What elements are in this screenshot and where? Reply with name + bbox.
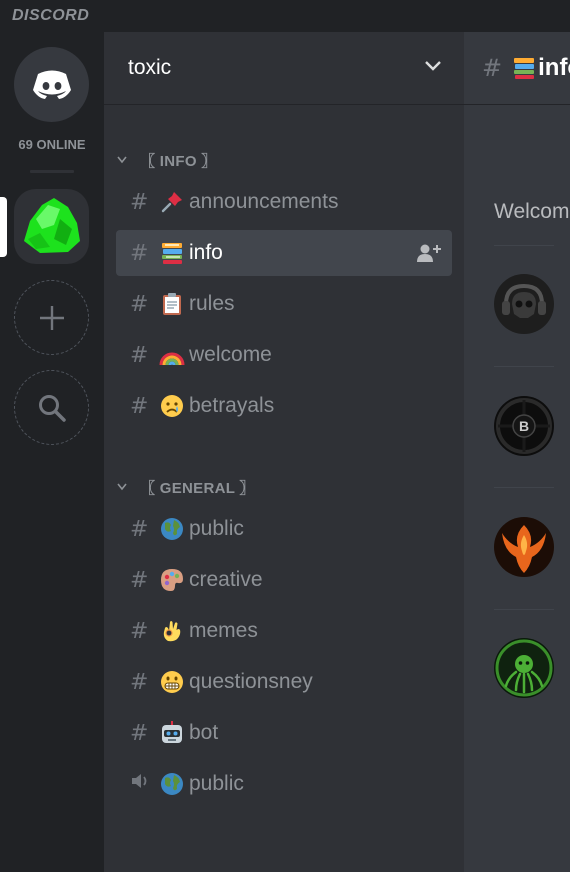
chevron-down-icon bbox=[117, 483, 127, 491]
books-icon bbox=[158, 241, 186, 265]
hashtag-icon: # bbox=[130, 669, 149, 695]
channel-info[interactable]: # info bbox=[116, 230, 452, 276]
channel-creative[interactable]: # creative bbox=[116, 557, 452, 603]
hashtag-icon: # bbox=[130, 393, 149, 419]
category-general[interactable]: 〖 GENERAL 〗 bbox=[112, 476, 255, 498]
hashtag-icon: # bbox=[130, 567, 149, 593]
robot-icon bbox=[158, 721, 186, 745]
discord-wordmark: DISCORD bbox=[12, 7, 90, 24]
channel-label: betrayals bbox=[189, 394, 275, 417]
speaker-icon bbox=[130, 771, 158, 797]
chat-pane: # info Welcom B bbox=[464, 32, 570, 872]
channel-betrayals[interactable]: # betrayals bbox=[116, 383, 452, 429]
channel-public[interactable]: # public bbox=[116, 506, 452, 552]
hashtag-icon: # bbox=[482, 54, 503, 82]
palette-icon bbox=[158, 568, 186, 592]
rainbow-icon bbox=[158, 343, 186, 367]
selected-server-indicator bbox=[0, 197, 7, 257]
server-list: 69 ONLINE bbox=[0, 32, 104, 872]
guild-separator bbox=[30, 170, 74, 173]
online-count: 69 ONLINE bbox=[18, 137, 86, 152]
message-divider bbox=[494, 487, 554, 488]
chevron-down-icon bbox=[117, 156, 127, 164]
channel-label: bot bbox=[189, 721, 219, 744]
channel-label: memes bbox=[189, 619, 258, 642]
channel-label: info bbox=[189, 241, 223, 264]
discord-logo-icon bbox=[32, 70, 71, 99]
hydra-emblem-avatar-icon bbox=[494, 638, 554, 698]
avatar[interactable] bbox=[494, 274, 554, 334]
server-name: toxic bbox=[128, 56, 172, 79]
channel-label: announcements bbox=[189, 190, 339, 213]
explore-servers-button[interactable] bbox=[14, 370, 89, 445]
category-label: 〖 GENERAL 〗 bbox=[140, 479, 255, 497]
hashtag-icon: # bbox=[130, 720, 149, 746]
chat-header: # info bbox=[464, 32, 570, 105]
letter-b-avatar-icon: B bbox=[494, 396, 554, 456]
message-divider bbox=[494, 245, 554, 246]
globe-icon bbox=[158, 517, 186, 541]
add-server-button[interactable] bbox=[14, 280, 89, 355]
category-label: 〖 INFO 〗 bbox=[140, 152, 217, 170]
message-divider bbox=[494, 366, 554, 367]
channel-label: welcome bbox=[189, 343, 272, 366]
channel-rules[interactable]: # rules bbox=[116, 281, 452, 327]
message-divider bbox=[494, 609, 554, 610]
hashtag-icon: # bbox=[130, 342, 149, 368]
hashtag-icon: # bbox=[130, 240, 149, 266]
search-icon bbox=[38, 394, 66, 422]
clipboard-icon bbox=[158, 292, 186, 316]
server-icon-toxic[interactable] bbox=[14, 189, 89, 264]
hashtag-icon: # bbox=[130, 516, 149, 542]
chevron-down-icon[interactable] bbox=[424, 60, 442, 72]
channel-questionsney[interactable]: # questionsney bbox=[116, 659, 452, 705]
skull-headphones-avatar-icon bbox=[494, 274, 554, 334]
green-crystal-icon bbox=[24, 198, 80, 253]
avatar[interactable] bbox=[494, 517, 554, 577]
svg-text:B: B bbox=[519, 418, 529, 434]
ok-hand-icon bbox=[158, 619, 186, 643]
channel-label: public bbox=[189, 772, 244, 795]
phoenix-avatar-icon bbox=[494, 517, 554, 577]
channel-welcome[interactable]: # welcome bbox=[116, 332, 452, 378]
books-icon bbox=[512, 56, 536, 80]
voice-channel-public[interactable]: public bbox=[116, 761, 452, 807]
title-bar: DISCORD bbox=[0, 0, 570, 32]
avatar[interactable] bbox=[494, 638, 554, 698]
globe-icon bbox=[158, 772, 186, 796]
avatar[interactable]: B bbox=[494, 396, 554, 456]
welcome-message: Welcom bbox=[494, 200, 570, 223]
channel-sidebar: toxic 〖 INFO 〗 # announcements # info # … bbox=[104, 32, 464, 872]
chat-channel-title: info bbox=[538, 54, 570, 81]
channel-label: rules bbox=[189, 292, 235, 315]
server-header[interactable]: toxic bbox=[104, 32, 464, 105]
channel-label: questionsney bbox=[189, 670, 313, 693]
hashtag-icon: # bbox=[130, 189, 149, 215]
hashtag-icon: # bbox=[130, 291, 149, 317]
pushpin-icon bbox=[158, 190, 186, 214]
plus-icon bbox=[39, 305, 64, 330]
channel-memes[interactable]: # memes bbox=[116, 608, 452, 654]
channel-bot[interactable]: # bot bbox=[116, 710, 452, 756]
grimacing-face-icon bbox=[158, 670, 186, 694]
home-button[interactable] bbox=[14, 47, 89, 122]
channel-announcements[interactable]: # announcements bbox=[116, 179, 452, 225]
category-info[interactable]: 〖 INFO 〗 bbox=[112, 149, 217, 171]
channel-label: public bbox=[189, 517, 244, 540]
add-user-icon[interactable] bbox=[416, 243, 442, 263]
sad-face-icon bbox=[158, 394, 186, 418]
hashtag-icon: # bbox=[130, 618, 149, 644]
channel-label: creative bbox=[189, 568, 263, 591]
